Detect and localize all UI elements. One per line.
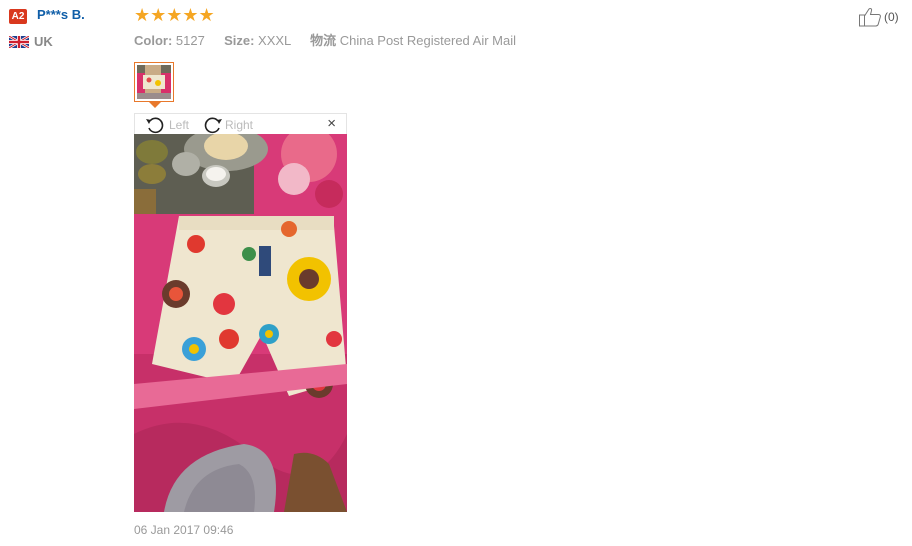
photo-content — [134, 134, 347, 512]
buyer-level-badge: A2 — [9, 9, 27, 24]
buyer-name: P***s B. — [37, 7, 85, 22]
thumbnail-image — [137, 65, 171, 99]
rotate-right-label: Right — [225, 118, 254, 132]
buyer-country: UK — [34, 34, 53, 49]
review-date: 06 Jan 2017 09:46 — [134, 523, 234, 537]
rotate-left-button[interactable]: Left — [145, 116, 189, 134]
review-attributes: Color: 5127 Size: XXXL 物流 China Post Reg… — [134, 30, 516, 49]
thumbnail-pointer — [149, 102, 161, 108]
size-value: XXXL — [258, 33, 291, 48]
helpful-button[interactable]: (0) — [858, 7, 899, 27]
size-label: Size: — [224, 33, 255, 48]
photo-thumbnail[interactable] — [134, 62, 174, 102]
shipping-label: 物流 — [310, 33, 337, 48]
thumbs-up-icon — [859, 7, 881, 27]
rotate-left-icon — [146, 117, 164, 134]
review-photo — [134, 134, 347, 512]
rotate-right-icon — [204, 117, 222, 134]
rotate-left-label: Left — [169, 118, 190, 132]
uk-flag-icon — [9, 36, 29, 48]
rotate-right-button[interactable]: Right — [201, 116, 253, 134]
close-viewer-button[interactable]: × — [327, 115, 336, 132]
photo-viewer-toolbar: Left Right × — [134, 113, 347, 134]
helpful-count: (0) — [884, 10, 899, 24]
rating-stars: ★★★★★ — [134, 5, 215, 25]
color-label: Color: — [134, 33, 173, 48]
color-value: 5127 — [175, 33, 205, 48]
shipping-value: China Post Registered Air Mail — [339, 33, 517, 48]
